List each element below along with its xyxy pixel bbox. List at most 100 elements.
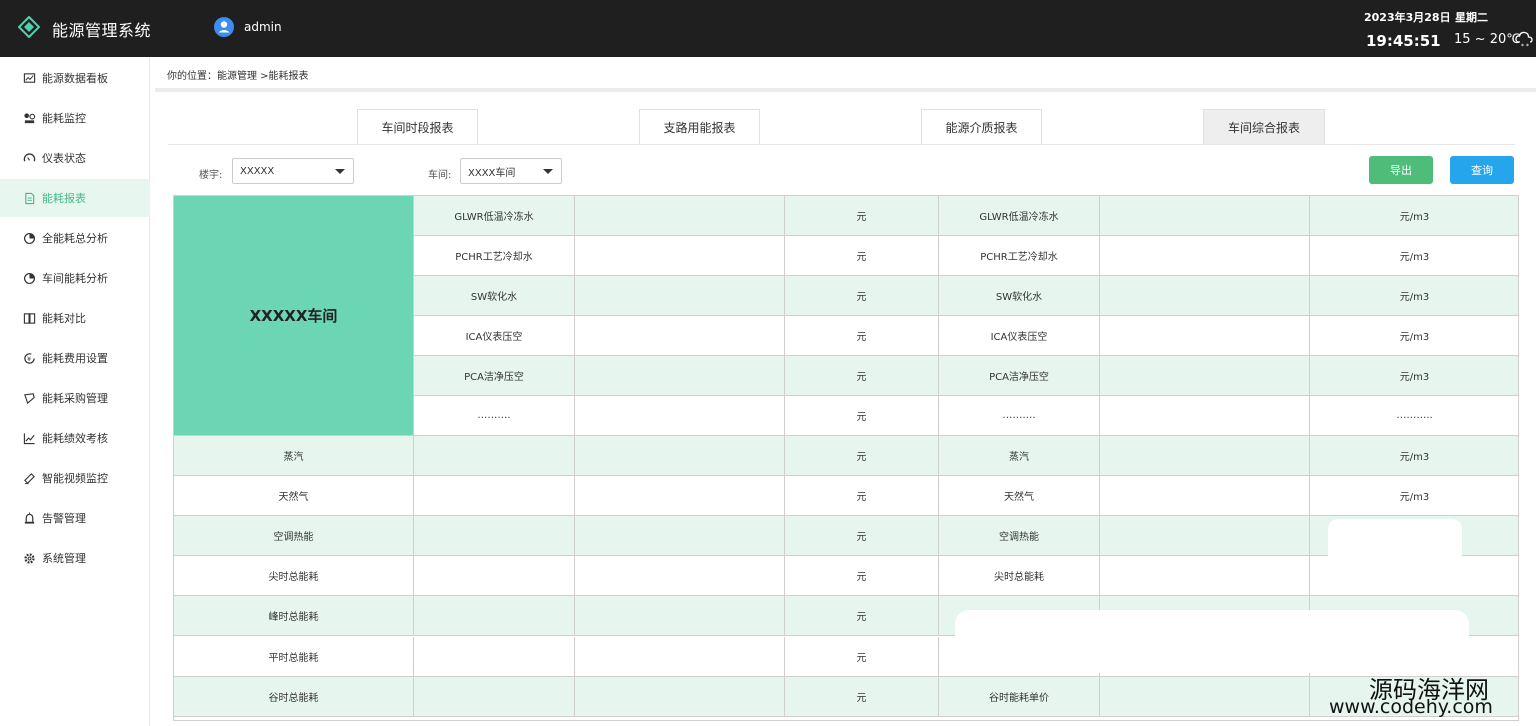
- value-cell: [575, 196, 785, 236]
- tab-workshop-period-report[interactable]: 车间时段报表: [357, 109, 478, 145]
- price-value-cell: [1100, 476, 1310, 516]
- price-unit-cell: 元/m3: [1310, 356, 1518, 396]
- sidebar-item-system[interactable]: 系统管理: [0, 539, 150, 577]
- price-type-cell: 尖时总能耗: [939, 556, 1100, 596]
- unit-cell: 元: [785, 596, 939, 636]
- sidebar-item-alarm[interactable]: 告警管理: [0, 499, 150, 537]
- sidebar: 能源数据看板 能耗监控 仪表状态 能耗报表 全能耗总分析 车间能耗分析 能耗对比…: [0, 57, 150, 726]
- value-cell: [414, 637, 575, 677]
- unit-cell: 元: [785, 436, 939, 476]
- energy-type-cell: 蒸汽: [174, 436, 414, 476]
- value-cell: [414, 476, 575, 516]
- sidebar-item-compare[interactable]: 能耗对比: [0, 299, 150, 337]
- sidebar-item-label: 能耗监控: [42, 112, 86, 125]
- tab-energy-medium-report[interactable]: 能源介质报表: [921, 109, 1042, 145]
- value-cell: [414, 516, 575, 556]
- sidebar-item-workshop-analysis[interactable]: 车间能耗分析: [0, 259, 150, 297]
- price-value-cell: [1100, 356, 1310, 396]
- query-button[interactable]: 查询: [1450, 156, 1514, 184]
- tab-workshop-summary-report[interactable]: 车间综合报表: [1203, 109, 1325, 145]
- sidebar-item-purchase[interactable]: 能耗采购管理: [0, 379, 150, 417]
- sidebar-item-label: 系统管理: [42, 552, 86, 565]
- value-cell: [575, 476, 785, 516]
- building-select[interactable]: XXXXX: [232, 158, 354, 184]
- tab-branch-energy-report[interactable]: 支路用能报表: [639, 109, 760, 145]
- snow-cloud-icon: * *: [1515, 31, 1533, 49]
- gear-icon: [22, 551, 36, 565]
- price-value-cell: [1100, 276, 1310, 316]
- svg-text:* *: * *: [1521, 43, 1529, 49]
- workshop-select[interactable]: XXXX车间: [460, 158, 562, 184]
- unit-cell: 元: [785, 396, 939, 436]
- sidebar-item-energy-report[interactable]: 能耗报表: [0, 179, 150, 217]
- purchase-icon: [22, 391, 36, 405]
- price-type-cell: SW软化水: [939, 276, 1100, 316]
- price-unit-cell: 元/m3: [1310, 476, 1518, 516]
- value-cell: [414, 436, 575, 476]
- building-select-value: XXXXX: [240, 165, 275, 177]
- pie-chart-icon: [22, 271, 36, 285]
- sidebar-item-dashboard[interactable]: 能源数据看板: [0, 59, 150, 97]
- app-title: 能源管理系统: [52, 21, 152, 40]
- redaction-overlay: [1328, 519, 1462, 592]
- sidebar-item-meter-status[interactable]: 仪表状态: [0, 139, 150, 177]
- alarm-icon: [22, 511, 36, 525]
- unit-cell: 元: [785, 637, 939, 677]
- user-avatar-icon[interactable]: [214, 17, 234, 37]
- energy-type-cell: 空调热能: [174, 516, 414, 556]
- sidebar-item-performance[interactable]: 能耗绩效考核: [0, 419, 150, 457]
- price-type-cell: GLWR低温冷冻水: [939, 196, 1100, 236]
- compare-icon: [22, 311, 36, 325]
- value-cell: [414, 556, 575, 596]
- monitor-icon: [22, 111, 36, 125]
- value-cell: [575, 436, 785, 476]
- price-type-cell: ……….: [939, 396, 1100, 436]
- camera-icon: [22, 471, 36, 485]
- unit-cell: 元: [785, 356, 939, 396]
- sidebar-item-label: 全能耗总分析: [42, 232, 108, 245]
- unit-cell: 元: [785, 516, 939, 556]
- energy-type-cell: 尖时总能耗: [174, 556, 414, 596]
- unit-cell: 元: [785, 476, 939, 516]
- sidebar-item-label: 能源数据看板: [42, 72, 108, 85]
- value-cell: [575, 596, 785, 636]
- energy-type-cell: ……….: [414, 396, 575, 436]
- price-type-cell: 谷时能耗单价: [939, 677, 1100, 717]
- energy-type-cell: GLWR低温冷冻水: [414, 196, 575, 236]
- price-type-cell: PCHR工艺冷却水: [939, 236, 1100, 276]
- unit-cell: 元: [785, 276, 939, 316]
- price-value-cell: [1100, 196, 1310, 236]
- sidebar-item-label: 能耗对比: [42, 312, 86, 325]
- sidebar-item-total-analysis[interactable]: 全能耗总分析: [0, 219, 150, 257]
- sidebar-item-label: 车间能耗分析: [42, 272, 108, 285]
- pie-chart-icon: [22, 231, 36, 245]
- value-cell: [575, 356, 785, 396]
- workshop-select-value: XXXX车间: [468, 167, 516, 179]
- trend-chart-icon: [22, 431, 36, 445]
- price-unit-cell: ………..: [1310, 396, 1518, 436]
- breadcrumb: 你的位置：能源管理 >能耗报表: [167, 71, 309, 82]
- building-label: 楼宇:: [199, 170, 223, 181]
- workshop-merged-cell: XXXXX车间: [174, 196, 414, 436]
- unit-cell: 元: [785, 316, 939, 356]
- sidebar-item-video[interactable]: 智能视频监控: [0, 459, 150, 497]
- export-button[interactable]: 导出: [1369, 156, 1433, 184]
- price-type-cell: 空调热能: [939, 516, 1100, 556]
- unit-cell: 元: [785, 556, 939, 596]
- logo-icon: [18, 16, 40, 38]
- sidebar-item-label: 智能视频监控: [42, 472, 108, 485]
- tab-divider: [168, 144, 1515, 145]
- price-type-cell: 天然气: [939, 476, 1100, 516]
- price-value-cell: [1100, 436, 1310, 476]
- user-name[interactable]: admin: [244, 20, 282, 34]
- chevron-down-icon: [335, 169, 345, 174]
- sidebar-item-cost-settings[interactable]: ¥ 能耗费用设置: [0, 339, 150, 377]
- value-cell: [414, 596, 575, 636]
- current-weekday: 星期二: [1455, 11, 1488, 24]
- value-cell: [414, 677, 575, 717]
- value-cell: [575, 316, 785, 356]
- sidebar-item-monitor[interactable]: 能耗监控: [0, 99, 150, 137]
- energy-type-cell: 天然气: [174, 476, 414, 516]
- value-cell: [575, 396, 785, 436]
- sidebar-item-label: 仪表状态: [42, 152, 86, 165]
